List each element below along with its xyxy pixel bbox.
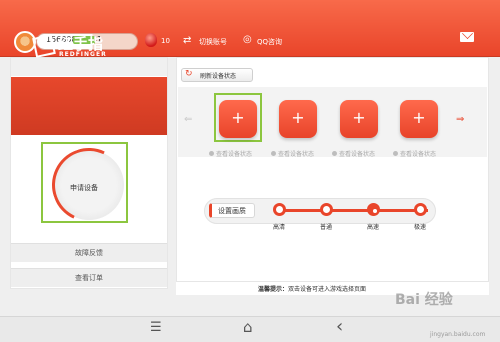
tip-text: 温馨提示：双击设备可进入游戏选择页面 — [258, 284, 366, 293]
feedback-button[interactable]: 故障反馈 — [11, 243, 167, 262]
status-dot-icon — [209, 151, 214, 156]
redfinger-logo-icon — [32, 34, 56, 58]
device-slot-1[interactable]: + — [219, 100, 257, 138]
prev-page-arrow-icon[interactable]: ⇐ — [184, 114, 192, 125]
watermark: Bai 经验 — [395, 292, 453, 308]
status-dot-icon — [393, 151, 398, 156]
brand-subtitle: REDFINGER — [59, 51, 107, 58]
quality-option-normal[interactable] — [320, 203, 333, 216]
mail-icon[interactable] — [460, 32, 474, 42]
device-slot-4[interactable]: + — [400, 100, 438, 138]
brand-banner — [11, 77, 167, 135]
home-icon[interactable]: ⌂ — [243, 318, 253, 336]
next-page-arrow-icon[interactable]: ⇒ — [456, 114, 464, 125]
refresh-icon: ↻ — [185, 69, 193, 79]
quality-label-turbo: 极速 — [414, 224, 427, 231]
device-4-status[interactable]: 查看设备状态 — [400, 149, 436, 158]
switch-account-icon[interactable]: ⇄ — [183, 35, 191, 46]
quality-slider-track[interactable] — [278, 209, 428, 212]
device-3-status[interactable]: 查看设备状态 — [339, 149, 375, 158]
device-slot-2[interactable]: + — [279, 100, 317, 138]
quality-setting-label[interactable]: 设置画质 — [218, 206, 246, 216]
refresh-status-label[interactable]: 刷新设备状态 — [200, 71, 236, 80]
quality-label-fast: 高速 — [367, 224, 380, 231]
ruby-count: 10 — [161, 37, 170, 45]
device-2-status[interactable]: 查看设备状态 — [278, 149, 314, 158]
status-dot-icon — [332, 151, 337, 156]
quality-option-fast[interactable] — [367, 203, 380, 216]
quality-label-normal: 普通 — [320, 224, 333, 231]
switch-account-link[interactable]: 切换账号 — [199, 37, 227, 47]
quality-option-turbo[interactable] — [414, 203, 427, 216]
quality-label-hd: 高清 — [273, 224, 286, 231]
back-icon[interactable]: ‹ — [336, 316, 343, 337]
qq-consult-link[interactable]: QQ咨询 — [257, 37, 282, 47]
watermark-url: jingyan.baidu.com — [430, 331, 486, 338]
device-1-status[interactable]: 查看设备状态 — [216, 149, 252, 158]
quality-option-hd[interactable] — [273, 203, 286, 216]
menu-icon[interactable]: ☰ — [150, 320, 162, 335]
app-window: 15680805661 10 ⇄ 切换账号 ◎ QQ咨询 红手指 REDFING… — [0, 0, 500, 316]
tip-prefix: 温馨提示： — [258, 286, 289, 293]
tip-message: 双击设备可进入游戏选择页面 — [288, 286, 367, 293]
status-dot-icon — [271, 151, 276, 156]
apply-device-label[interactable]: 申请设备 — [70, 183, 98, 193]
view-orders-button[interactable]: 查看订单 — [11, 268, 167, 287]
ruby-icon — [145, 33, 157, 47]
qq-icon[interactable]: ◎ — [243, 34, 252, 45]
device-slot-3[interactable]: + — [340, 100, 378, 138]
left-panel-top-bar — [11, 58, 167, 76]
